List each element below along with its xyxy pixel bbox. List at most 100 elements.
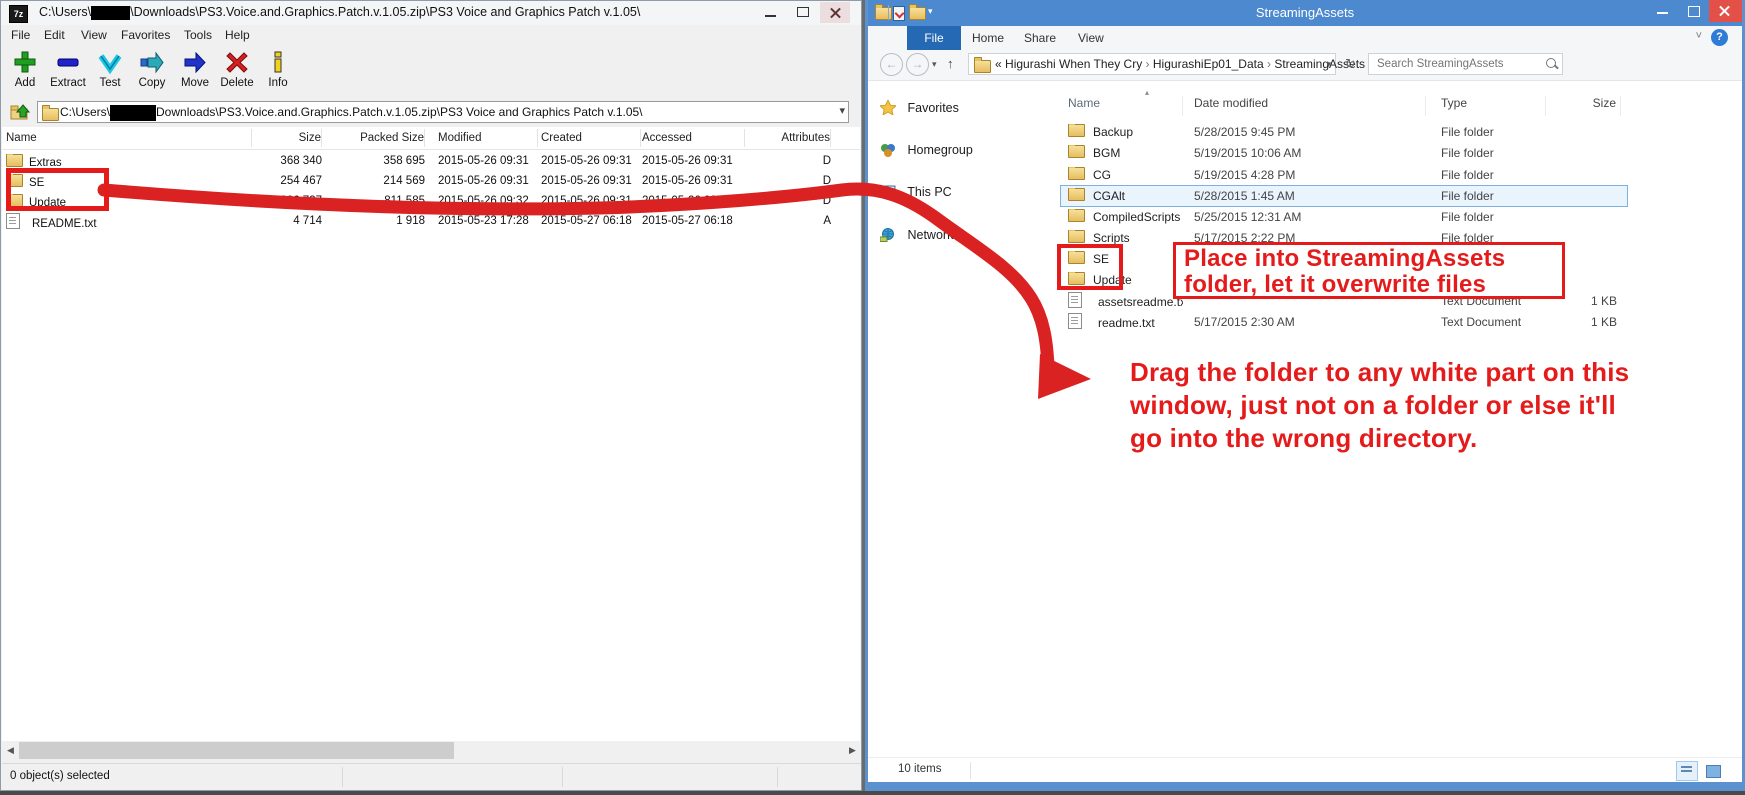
menu-help[interactable]: Help [225, 28, 250, 42]
network-icon [880, 228, 896, 242]
column-header-created[interactable]: Created [541, 129, 641, 147]
item-count: 10 items [898, 763, 941, 775]
menu-favorites[interactable]: Favorites [121, 28, 170, 42]
table-row[interactable]: CGAlt 5/28/2015 1:45 AM File folder [1060, 185, 1640, 206]
list-header: Name Size Packed Size Modified Created A… [2, 129, 860, 150]
search-icon[interactable] [1546, 58, 1556, 68]
table-row[interactable]: CG 5/19/2015 4:28 PM File folder [1060, 164, 1640, 185]
close-button[interactable] [1709, 0, 1742, 22]
table-row[interactable]: SE 254 467 214 569 2015-05-26 09:31 2015… [2, 171, 860, 191]
address-combobox[interactable]: C:\Users\Downloads\PS3.Voice.and.Graphic… [37, 101, 849, 123]
scroll-right-icon[interactable]: ▶ [844, 742, 861, 759]
details-view-button[interactable] [1676, 761, 1698, 781]
tab-view[interactable]: View [1078, 26, 1104, 50]
homegroup-icon [880, 142, 896, 157]
annotation-drag-note: Drag the folder to any white part on thi… [1130, 356, 1629, 455]
breadcrumb-bar[interactable]: « Higurashi When They Cry › HigurashiEp0… [968, 53, 1336, 75]
explorer-statusbar: 10 items [868, 757, 1742, 783]
folder-icon [42, 108, 59, 121]
maximize-button[interactable] [1679, 0, 1709, 22]
folder-icon [1068, 124, 1085, 137]
forward-button[interactable]: → [906, 53, 929, 76]
close-button[interactable] [820, 2, 850, 23]
menu-edit[interactable]: Edit [44, 28, 65, 42]
column-header-accessed[interactable]: Accessed [642, 129, 745, 147]
table-row[interactable]: Backup 5/28/2015 9:45 PM File folder [1060, 121, 1640, 142]
column-header-size[interactable]: Size [252, 129, 322, 147]
7zip-titlebar[interactable]: 7z C:\Users\\Downloads\PS3.Voice.and.Gra… [1, 1, 861, 26]
extract-minus-icon [55, 49, 81, 75]
recent-dropdown-icon[interactable]: ▾ [932, 59, 937, 70]
search-box[interactable] [1368, 53, 1563, 75]
combo-dropdown-icon[interactable]: ▾ [839, 104, 845, 117]
status-text: 0 object(s) selected [10, 770, 110, 782]
scrollbar-thumb[interactable] [19, 742, 454, 759]
scroll-left-icon[interactable]: ◀ [2, 742, 19, 759]
7zip-statusbar: 0 object(s) selected [2, 763, 861, 790]
minimize-button[interactable] [756, 2, 786, 23]
ribbon-expand-icon[interactable]: ˅ [1696, 30, 1702, 42]
tab-home[interactable]: Home [972, 26, 1004, 50]
column-header-type[interactable]: Type [1426, 96, 1546, 116]
menu-file[interactable]: File [11, 28, 30, 42]
back-button[interactable]: ← [880, 53, 903, 76]
sidebar-item-this-pc[interactable]: This PC [880, 185, 952, 199]
tab-share[interactable]: Share [1024, 26, 1056, 50]
address-dropdown-icon[interactable]: ▾ [1326, 59, 1331, 70]
add-plus-icon [12, 49, 38, 75]
breadcrumb-item[interactable]: HigurashiEp01_Data [1153, 57, 1264, 71]
move-button[interactable]: Move [174, 49, 216, 89]
test-button[interactable]: Test [89, 49, 131, 89]
sidebar-item-network[interactable]: Network [880, 228, 953, 242]
text-file-icon [1068, 313, 1082, 329]
table-row[interactable]: CompiledScripts 5/25/2015 12:31 AM File … [1060, 206, 1640, 227]
column-header-packed-size[interactable]: Packed Size [322, 129, 425, 147]
column-header-name[interactable]: Name [1060, 96, 1183, 116]
star-icon [880, 100, 896, 115]
column-header-date-modified[interactable]: Date modified [1183, 96, 1426, 116]
breadcrumb-item[interactable]: Higurashi When They Cry [1005, 57, 1142, 71]
minimize-button[interactable] [1648, 0, 1678, 22]
table-row[interactable]: README.txt 4 714 1 918 2015-05-23 17:28 … [2, 211, 860, 231]
table-row[interactable]: Extras 368 340 358 695 2015-05-26 09:31 … [2, 151, 860, 171]
explorer-addressbar: ← → ▾ ↑ « Higurashi When They Cry › Higu… [868, 50, 1742, 81]
refresh-icon[interactable]: ↻ [1345, 56, 1356, 72]
breadcrumb: « Higurashi When They Cry › HigurashiEp0… [995, 57, 1365, 71]
up-button[interactable]: ↑ [947, 56, 954, 71]
column-header-name[interactable]: Name [2, 129, 252, 147]
7zip-title-text: C:\Users\\Downloads\PS3.Voice.and.Graphi… [39, 5, 640, 20]
text-file-icon [6, 213, 20, 229]
thumbnail-view-button[interactable] [1702, 761, 1724, 781]
tab-file[interactable]: File [907, 26, 961, 50]
folder-icon [1068, 188, 1085, 201]
up-folder-icon[interactable] [9, 102, 31, 122]
search-input[interactable] [1375, 57, 1539, 71]
column-header-size[interactable]: Size [1546, 96, 1621, 116]
column-header-modified[interactable]: Modified [438, 129, 538, 147]
table-row[interactable]: Update 3 896 737 811 585 2015-05-26 09:3… [2, 191, 860, 211]
table-row[interactable]: readme.txt 5/17/2015 2:30 AM Text Docume… [1060, 311, 1640, 332]
7zip-menubar: File Edit View Favorites Tools Help [1, 25, 861, 46]
explorer-titlebar[interactable]: ▾ StreamingAssets [868, 0, 1742, 26]
7zip-app-icon: 7z [9, 5, 28, 23]
folder-icon [6, 154, 23, 167]
info-button[interactable]: Info [257, 49, 299, 89]
extract-button[interactable]: Extract [47, 49, 89, 89]
computer-icon [880, 185, 896, 199]
help-icon[interactable]: ? [1711, 29, 1728, 46]
menu-view[interactable]: View [81, 28, 107, 42]
delete-button[interactable]: Delete [216, 49, 258, 89]
add-button[interactable]: Add [4, 49, 46, 89]
delete-x-icon [224, 49, 250, 75]
sidebar-item-favorites[interactable]: Favorites [880, 100, 959, 115]
annotation-box-explorer-se-update [1057, 244, 1123, 290]
maximize-button[interactable] [788, 2, 818, 23]
column-header-attributes[interactable]: Attributes [778, 129, 831, 147]
text-file-icon [1068, 292, 1082, 308]
screenshot-root: 7z C:\Users\\Downloads\PS3.Voice.and.Gra… [0, 0, 1745, 795]
table-row[interactable]: BGM 5/19/2015 10:06 AM File folder [1060, 142, 1640, 163]
copy-button[interactable]: Copy [131, 49, 173, 89]
horizontal-scrollbar[interactable]: ◀ ▶ [2, 742, 861, 759]
menu-tools[interactable]: Tools [184, 28, 212, 42]
sidebar-item-homegroup[interactable]: Homegroup [880, 142, 973, 157]
